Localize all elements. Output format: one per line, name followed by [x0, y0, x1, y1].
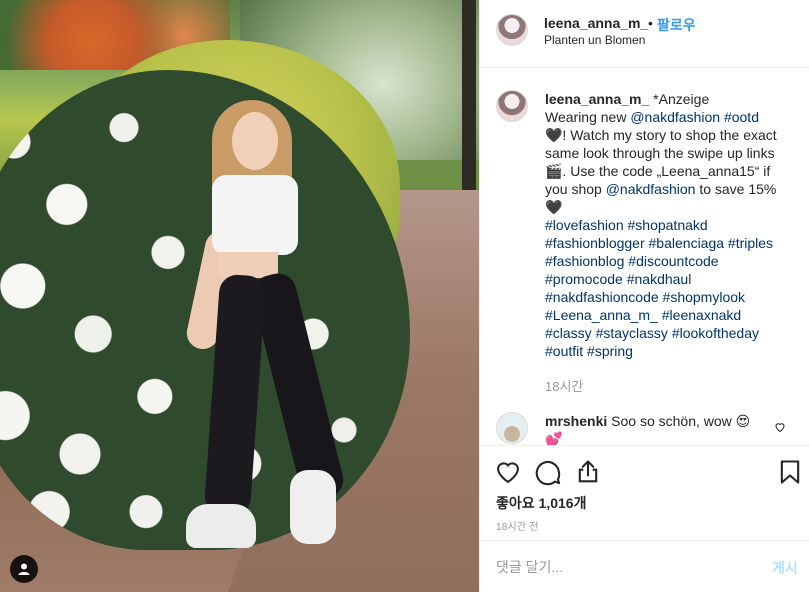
photo-person-shoe	[290, 470, 336, 544]
post-panel: leena_anna_m_ • 팔로우 Planten un Blomen le…	[479, 0, 809, 592]
post-photo[interactable]	[0, 0, 479, 592]
caption-line: Wearing new	[545, 109, 631, 125]
heart-icon[interactable]	[494, 458, 522, 486]
post-location[interactable]: Planten un Blomen	[544, 33, 645, 47]
post-comment-button[interactable]: 게시	[772, 558, 798, 578]
post-header: leena_anna_m_ • 팔로우 Planten un Blomen	[480, 0, 809, 68]
mention-link[interactable]: @nakdfashion	[606, 181, 696, 197]
avatar[interactable]	[496, 14, 528, 46]
like-count[interactable]: 좋아요 1,016개	[496, 493, 586, 513]
photo-person-shoe	[186, 504, 256, 548]
user-tag-icon[interactable]	[10, 555, 38, 583]
hashtag-link[interactable]: #ootd	[724, 109, 759, 125]
photo-tree-trunk	[462, 0, 476, 195]
photo-person-face	[232, 112, 278, 170]
post-actions: 좋아요 1,016개 18시간 전	[480, 445, 809, 540]
comment-text: mrshenki Soo so schön, wow 😍💕	[545, 412, 765, 445]
caption-line: *Anzeige	[649, 91, 710, 107]
separator-dot: •	[648, 15, 653, 31]
caption-username[interactable]: leena_anna_m_	[545, 91, 649, 107]
comment-icon[interactable]	[534, 458, 562, 486]
post-timestamp[interactable]: 18시간 전	[496, 518, 539, 533]
add-comment-bar: 게시	[480, 540, 809, 592]
caption-text: leena_anna_m_ *Anzeige Wearing new @nakdf…	[545, 90, 790, 360]
comment-input[interactable]	[496, 555, 736, 579]
bookmark-icon[interactable]	[776, 458, 804, 486]
post-username[interactable]: leena_anna_m_	[544, 15, 648, 31]
comment-heart-icon[interactable]	[774, 420, 786, 436]
photo-person-top	[212, 175, 298, 255]
mention-link[interactable]: @nakdfashion	[630, 109, 720, 125]
avatar[interactable]	[496, 412, 528, 444]
share-icon[interactable]	[574, 458, 602, 486]
caption-time: 18시간	[545, 379, 584, 394]
follow-button[interactable]: 팔로우	[657, 15, 696, 35]
comment-username[interactable]: mrshenki	[545, 413, 607, 429]
comments-section[interactable]: leena_anna_m_ *Anzeige Wearing new @nakdf…	[480, 68, 809, 445]
avatar[interactable]	[496, 90, 528, 122]
hashtag-list[interactable]: #lovefashion #shopatnakd #fashionblogger…	[545, 217, 773, 359]
